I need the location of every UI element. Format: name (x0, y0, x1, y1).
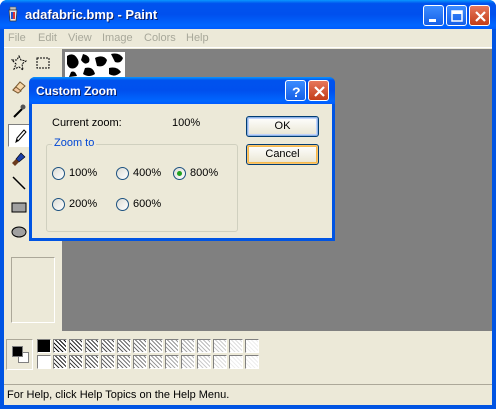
zoom-to-group (46, 144, 238, 232)
current-colors[interactable] (6, 339, 33, 370)
line-icon (12, 176, 26, 190)
palette-swatch[interactable] (149, 339, 163, 353)
pencil-tool[interactable] (8, 124, 31, 147)
close-button[interactable] (469, 5, 490, 26)
zoom-200-label[interactable]: 200% (69, 198, 97, 210)
palette-swatch[interactable] (165, 339, 179, 353)
palette-swatch[interactable] (133, 355, 147, 369)
pick-color-tool[interactable] (8, 100, 31, 123)
palette-swatch[interactable] (85, 355, 99, 369)
foreground-color-swatch (12, 346, 23, 357)
zoom-800-radio[interactable] (173, 167, 186, 180)
close-icon (314, 86, 325, 97)
current-zoom-label: Current zoom: (52, 117, 122, 129)
pencil-icon (15, 129, 27, 144)
zoom-100-radio[interactable] (52, 167, 65, 180)
palette-swatch[interactable] (69, 339, 83, 353)
rectangle-icon (11, 202, 27, 213)
palette-swatch[interactable] (149, 355, 163, 369)
current-zoom-value: 100% (172, 117, 201, 129)
palette-swatch[interactable] (245, 339, 259, 353)
palette-swatch[interactable] (53, 355, 67, 369)
palette-swatch[interactable] (85, 339, 99, 353)
select-tool[interactable] (32, 52, 55, 75)
zoom-600-label[interactable]: 600% (133, 198, 161, 210)
zoom-100-label[interactable]: 100% (69, 167, 97, 179)
palette-swatch[interactable] (213, 355, 227, 369)
zoom-200-radio[interactable] (52, 198, 65, 211)
window-title: adafabric.bmp - Paint (25, 7, 158, 22)
tool-options-panel[interactable] (11, 257, 55, 323)
palette-swatch[interactable] (213, 339, 227, 353)
ellipse-icon (11, 226, 27, 238)
question-mark-icon: ? (292, 84, 301, 100)
menu-image[interactable]: Image (102, 32, 133, 44)
free-form-select-tool[interactable] (8, 52, 31, 75)
palette-swatch[interactable] (101, 339, 115, 353)
menu-edit[interactable]: Edit (38, 32, 57, 44)
ok-button[interactable]: OK (246, 116, 319, 137)
free-form-select-icon (11, 55, 27, 71)
dialog-title: Custom Zoom (36, 84, 117, 98)
palette-swatch[interactable] (101, 355, 115, 369)
menu-view[interactable]: View (68, 32, 92, 44)
dialog-body: Current zoom: 100% Zoom to 100% 400% 800… (32, 104, 332, 238)
pick-color-icon (13, 104, 26, 118)
cancel-button[interactable]: Cancel (246, 144, 319, 165)
palette-swatch[interactable] (245, 355, 259, 369)
maximize-icon (451, 10, 463, 22)
zoom-400-label[interactable]: 400% (133, 167, 161, 179)
palette-swatch[interactable] (197, 339, 211, 353)
palette-swatch[interactable] (37, 339, 51, 353)
palette-swatch[interactable] (229, 355, 243, 369)
custom-zoom-dialog: Custom Zoom ? Current zoom: 100% Zoom to… (29, 77, 335, 241)
select-icon (36, 57, 50, 69)
zoom-800-label[interactable]: 800% (190, 167, 218, 179)
dialog-title-bar[interactable]: Custom Zoom ? (29, 77, 335, 104)
zoom-400-radio[interactable] (116, 167, 129, 180)
dialog-close-button[interactable] (308, 80, 329, 101)
palette-swatch[interactable] (37, 355, 51, 369)
title-bar[interactable]: adafabric.bmp - Paint (0, 0, 496, 29)
palette-swatch[interactable] (165, 355, 179, 369)
palette-swatch[interactable] (197, 355, 211, 369)
rectangle-tool[interactable] (8, 196, 31, 219)
minimize-icon (429, 19, 436, 22)
status-bar: For Help, click Help Topics on the Help … (4, 384, 492, 405)
ellipse-tool[interactable] (8, 220, 31, 243)
fabric-pattern-image (65, 52, 125, 78)
palette-swatch[interactable] (133, 339, 147, 353)
menu-file[interactable]: File (8, 32, 26, 44)
eraser-icon (12, 81, 26, 94)
brush-icon (12, 152, 26, 166)
palette-swatch[interactable] (117, 339, 131, 353)
color-palette (4, 335, 492, 383)
canvas-image[interactable] (65, 52, 125, 78)
paint-app-icon (8, 6, 18, 22)
status-text: For Help, click Help Topics on the Help … (7, 389, 230, 401)
help-button[interactable]: ? (285, 80, 306, 101)
menu-colors[interactable]: Colors (144, 32, 176, 44)
zoom-600-radio[interactable] (116, 198, 129, 211)
menu-help[interactable]: Help (186, 32, 209, 44)
minimize-button[interactable] (423, 5, 444, 26)
maximize-button[interactable] (446, 5, 467, 26)
zoom-to-label: Zoom to (52, 137, 97, 149)
eraser-tool[interactable] (8, 76, 31, 99)
palette-swatch[interactable] (69, 355, 83, 369)
palette-swatch[interactable] (53, 339, 67, 353)
close-icon (475, 11, 486, 22)
brush-tool[interactable] (8, 148, 31, 171)
palette-swatch[interactable] (117, 355, 131, 369)
palette-swatch[interactable] (229, 339, 243, 353)
palette-swatch[interactable] (181, 339, 195, 353)
menu-bar: File Edit View Image Colors Help (4, 29, 492, 48)
palette-swatch[interactable] (181, 355, 195, 369)
line-tool[interactable] (8, 172, 31, 195)
svg-text:?: ? (292, 84, 301, 100)
